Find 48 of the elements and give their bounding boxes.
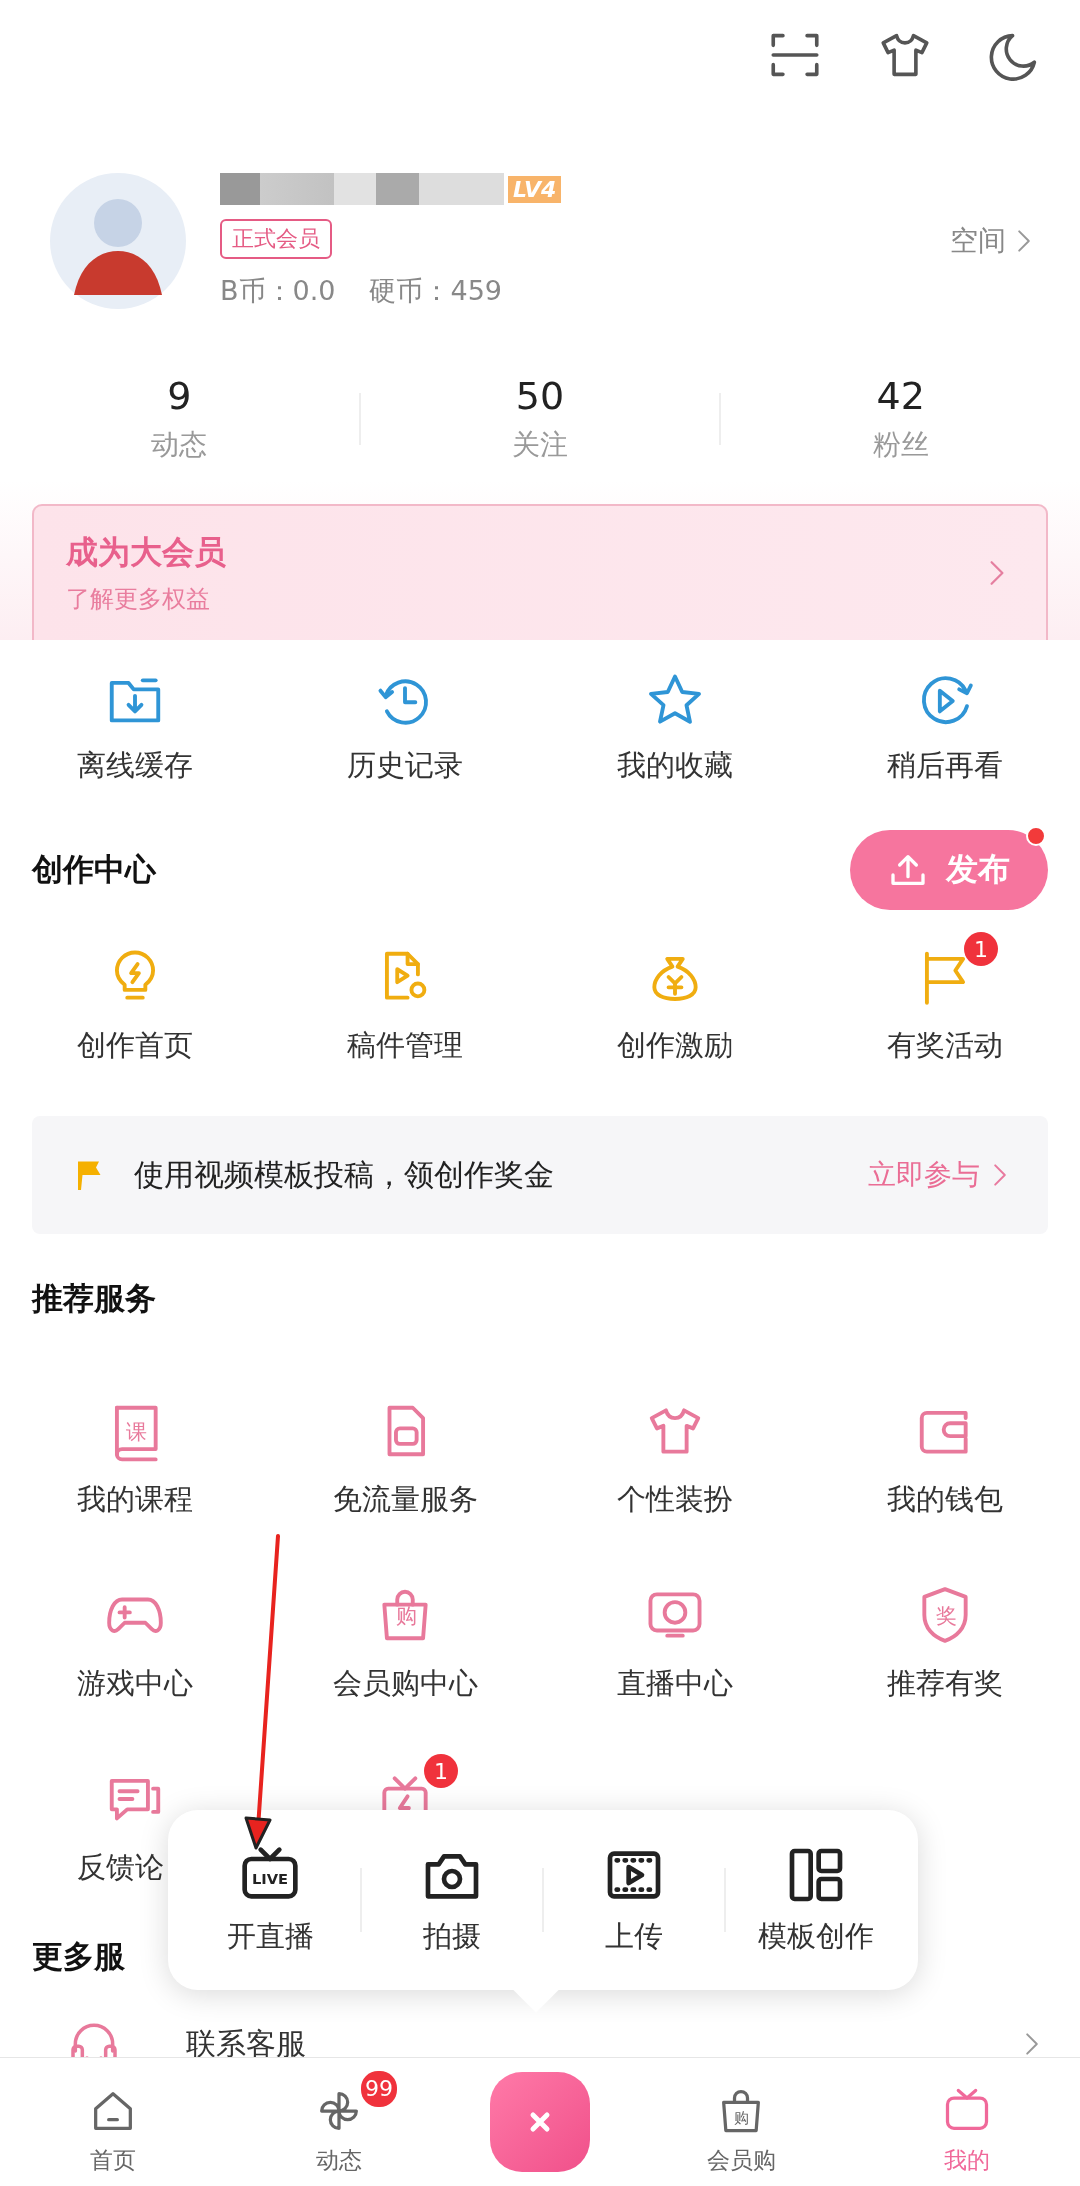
menu-item-label[interactable]: 模板创作 — [758, 1917, 874, 1957]
service-label[interactable]: 直播中心 — [617, 1664, 733, 1704]
service-label[interactable]: 个性装扮 — [617, 1480, 733, 1520]
count-badge: 99 — [361, 2070, 397, 2107]
chevron-icon — [992, 1161, 1008, 1189]
membership-tag: 正式会员 — [220, 219, 332, 259]
service-label[interactable]: 免流量服务 — [332, 1480, 478, 1520]
shortcut-label[interactable]: 创作激励 — [617, 1026, 733, 1066]
vip-title: 成为大会员 — [66, 532, 226, 573]
vip-subtitle: 了解更多权益 — [66, 584, 211, 615]
shortcut-label[interactable]: 离线缓存 — [77, 746, 193, 786]
section-title: 推荐服务 — [32, 1280, 156, 1316]
level-badge: LV4 — [508, 175, 562, 203]
coin-balance: 硬币：459 — [369, 274, 502, 308]
shortcut-label[interactable]: 历史记录 — [347, 746, 463, 786]
count-badge: 1 — [424, 1754, 458, 1788]
shortcut-label[interactable]: 稍后再看 — [887, 746, 1003, 786]
section-title: 更多服 — [32, 1938, 125, 1974]
nav-tab[interactable]: 99 动态 — [264, 2068, 414, 2176]
service-label[interactable]: 会员购中心 — [332, 1664, 478, 1704]
service-label[interactable]: 我的钱包 — [887, 1480, 1003, 1520]
service-label[interactable]: 联系客服 — [186, 2023, 960, 2057]
space-link[interactable]: 空间 — [950, 222, 1032, 260]
service-label[interactable]: 反馈论 — [77, 1848, 164, 1888]
menu-item-label[interactable]: 开直播 — [226, 1917, 314, 1957]
service-label[interactable]: 游戏中心 — [77, 1664, 193, 1704]
shortcut-label[interactable]: 我的收藏 — [617, 746, 733, 786]
shortcut-label[interactable]: 稿件管理 — [347, 1026, 463, 1066]
nav-tab[interactable]: 首页 — [38, 2068, 188, 2176]
menu-item-label[interactable]: 拍摄 — [423, 1917, 481, 1957]
shortcut-label[interactable]: 创作首页 — [77, 1026, 193, 1066]
service-label[interactable]: 我的课程 — [77, 1480, 193, 1520]
section-title: 创作中心 — [32, 850, 156, 889]
avatar[interactable] — [48, 171, 188, 311]
close-button[interactable] — [490, 2072, 590, 2172]
banner-text: 使用视频模板投稿，领创作奖金 — [134, 1155, 555, 1194]
count-badge: 1 — [964, 932, 998, 966]
service-label[interactable]: 推荐有奖 — [887, 1664, 1003, 1704]
nav-tab[interactable]: 购 会员购 — [666, 2068, 816, 2176]
stat-count[interactable]: 42 — [876, 374, 925, 418]
shortcut-label[interactable]: 有奖活动 — [887, 1026, 1003, 1066]
stat-count[interactable]: 50 — [515, 374, 565, 418]
chevron-icon — [1024, 2030, 1040, 2057]
b-coin-balance: B币：0.0 — [220, 274, 336, 308]
stat-count[interactable]: 9 — [167, 374, 192, 418]
chevron-icon — [1016, 227, 1032, 255]
promo-banner[interactable]: 使用视频模板投稿，领创作奖金 立即参与 — [32, 1116, 1048, 1234]
menu-item-label[interactable]: 上传 — [605, 1917, 663, 1957]
